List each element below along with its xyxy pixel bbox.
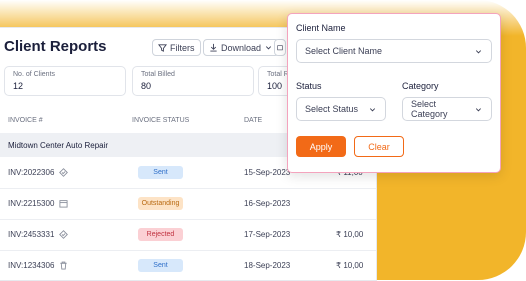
client-name-placeholder: Select Client Name [305,46,383,56]
download-button[interactable]: Download [203,39,280,56]
calendar-button[interactable] [274,39,286,56]
client-name-select[interactable]: Select Client Name [296,39,492,63]
status-badge: Outstanding [138,197,183,210]
status-badge: Sent [138,259,183,272]
filters-label: Filters [170,42,195,53]
apply-button[interactable]: Apply [296,136,346,157]
stat-value: 12 [13,81,24,91]
invoice-amount: ₹ 10,00 [336,261,364,270]
invoice-date: 16-Sep-2023 [244,199,291,208]
stat-value: 100 [267,81,283,91]
column-header-status: INVOICE STATUS [132,117,190,124]
invoice-date: 15-Sep-2023 [244,168,291,177]
calendar-icon [277,45,283,51]
trash-icon[interactable] [59,261,68,270]
column-header-invoice: INVOICE # [8,117,43,124]
invoice-number: INV:2022306 [8,168,55,177]
chevron-down-icon [476,107,482,111]
stat-label: Total R [267,71,289,78]
stat-value: 80 [141,81,152,91]
table-row[interactable]: INV:2453331 Rejected 17-Sep-2023 ₹ 10,00 [0,220,376,251]
table-row[interactable]: INV:1234306 Sent 18-Sep-2023 ₹ 10,00 [0,251,376,281]
status-select[interactable]: Select Status [296,97,386,121]
filter-popup: Client Name Select Client Name Status Se… [287,13,501,173]
invoice-date: 18-Sep-2023 [244,261,291,270]
calendar-icon[interactable] [59,199,68,208]
download-icon [210,43,217,52]
category-placeholder: Select Category [411,99,448,119]
status-label: Status [296,81,322,91]
client-group-name: Midtown Center Auto Repair [8,141,109,150]
badge-check-icon[interactable] [59,168,69,177]
category-label: Category [402,81,439,91]
status-badge: Sent [138,166,183,179]
filters-button[interactable]: Filters [152,39,201,56]
download-label: Download [221,42,262,53]
badge-check-icon[interactable] [59,230,69,239]
invoice-number: INV:2453331 [8,230,55,239]
status-placeholder: Select Status [305,104,359,114]
stat-clients: No. of Clients 12 [4,66,126,96]
table-row[interactable]: INV:2215300 Outstanding 16-Sep-2023 [0,189,376,220]
stat-label: No. of Clients [13,71,56,78]
clear-button[interactable]: Clear [354,136,404,157]
invoice-date: 17-Sep-2023 [244,230,291,239]
client-name-label: Client Name [296,23,346,33]
invoice-number: INV:1234306 [8,261,55,270]
column-header-date: DATE [244,117,263,124]
chevron-down-icon [369,107,376,111]
invoice-amount: ₹ 10,00 [336,230,364,239]
invoice-number: INV:2215300 [8,199,55,208]
filter-icon [158,44,167,52]
chevron-down-icon [265,46,272,50]
status-badge: Rejected [138,228,183,241]
chevron-down-icon [475,49,482,53]
category-select[interactable]: Select Category [402,97,492,121]
stat-label: Total Billed [141,71,175,78]
page-title: Client Reports [4,38,107,55]
stat-billed: Total Billed 80 [132,66,254,96]
